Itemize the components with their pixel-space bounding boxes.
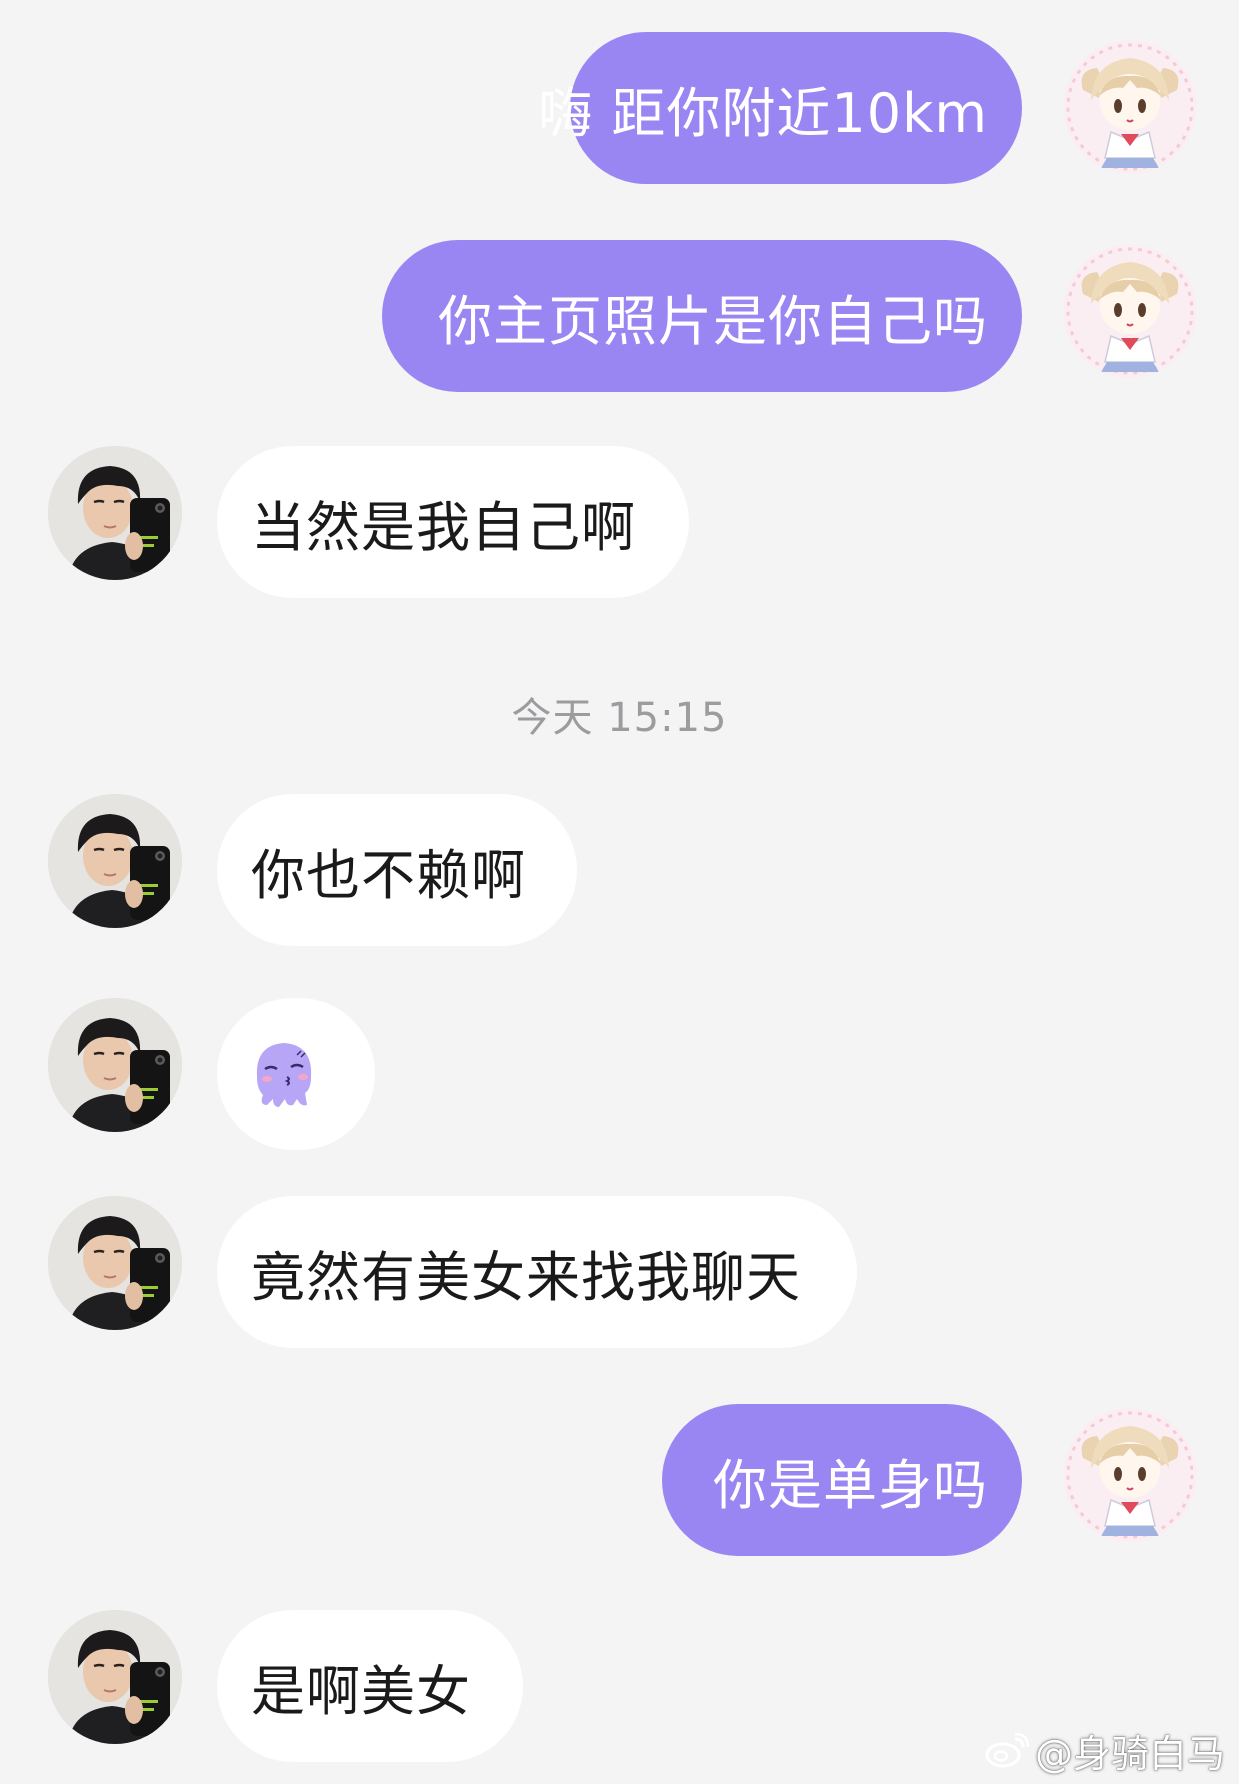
message-text: 你主页照片是你自己吗	[438, 289, 988, 353]
watermark-text: @身骑白马	[1034, 1732, 1225, 1776]
chat-timestamp: 今天 15:15	[511, 695, 728, 741]
contact-avatar[interactable]	[48, 446, 182, 580]
message-text: 是啊美女	[251, 1659, 471, 1723]
selfie-boy-avatar-icon	[48, 998, 182, 1132]
anime-dog-girl-avatar-icon	[1063, 244, 1197, 378]
contact-avatar[interactable]	[48, 794, 182, 928]
selfie-boy-avatar-icon	[48, 1610, 182, 1744]
self-avatar[interactable]	[1063, 244, 1197, 378]
watermark: @身骑白马	[985, 1723, 1225, 1778]
outgoing-message-bubble[interactable]: 你是单身吗	[662, 1404, 1022, 1556]
shy-purple-octopus-icon	[256, 1043, 312, 1107]
incoming-message-bubble[interactable]: 你也不赖啊	[217, 794, 577, 946]
message-text: 嗨 距你附近10km	[538, 81, 988, 145]
contact-avatar[interactable]	[48, 1610, 182, 1744]
anime-dog-girl-avatar-icon	[1063, 40, 1197, 174]
chat-thread: 嗨 距你附近10km 你主页照片是你自己吗 当然是我自己啊 今天 15:15 你…	[0, 0, 1239, 1784]
self-avatar[interactable]	[1063, 1408, 1197, 1542]
incoming-message-bubble[interactable]: 是啊美女	[217, 1610, 523, 1762]
incoming-sticker-bubble[interactable]	[217, 998, 375, 1150]
self-avatar[interactable]	[1063, 40, 1197, 174]
incoming-message-bubble[interactable]: 当然是我自己啊	[217, 446, 689, 598]
selfie-boy-avatar-icon	[48, 446, 182, 580]
contact-avatar[interactable]	[48, 1196, 182, 1330]
anime-dog-girl-avatar-icon	[1063, 1408, 1197, 1542]
outgoing-message-bubble[interactable]: 嗨 距你附近10km	[538, 32, 1022, 184]
contact-avatar[interactable]	[48, 998, 182, 1132]
selfie-boy-avatar-icon	[48, 794, 182, 928]
outgoing-message-bubble[interactable]: 你主页照片是你自己吗	[382, 240, 1022, 392]
message-text: 竟然有美女来找我聊天	[251, 1245, 801, 1309]
selfie-boy-avatar-icon	[48, 1196, 182, 1330]
message-text: 你是单身吗	[713, 1453, 988, 1517]
message-text: 你也不赖啊	[251, 843, 526, 907]
weibo-icon	[985, 1732, 1029, 1767]
message-text: 当然是我自己啊	[251, 495, 636, 559]
incoming-message-bubble[interactable]: 竟然有美女来找我聊天	[217, 1196, 857, 1348]
